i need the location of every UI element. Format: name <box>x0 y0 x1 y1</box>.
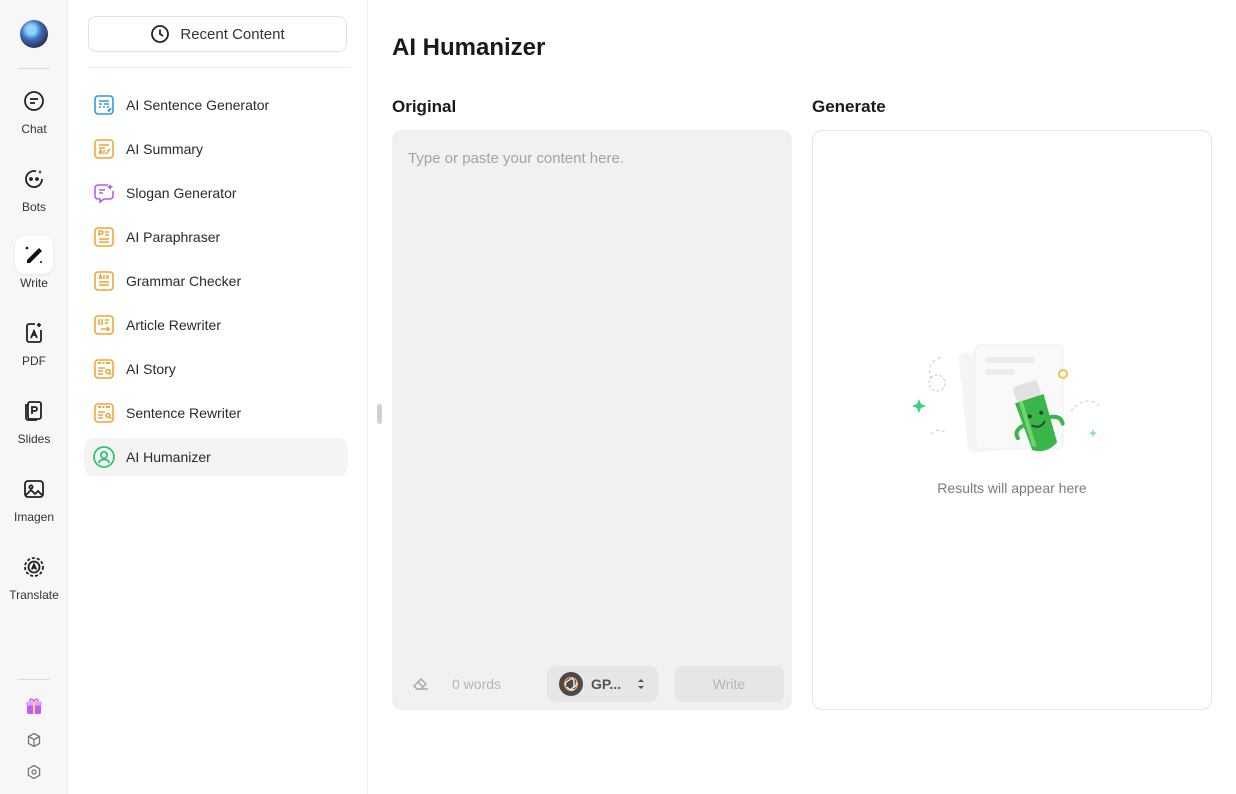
pdf-icon <box>15 314 53 352</box>
translate-icon <box>15 548 53 586</box>
rail-label: Chat <box>21 122 47 136</box>
model-name: GP... <box>591 676 622 692</box>
word-count: 0 words <box>452 676 502 692</box>
tool-label: AI Humanizer <box>126 449 211 465</box>
original-text-input[interactable] <box>392 130 792 650</box>
tool-label: AI Sentence Generator <box>126 97 270 113</box>
user-avatar[interactable] <box>20 20 48 48</box>
tool-label: Article Rewriter <box>126 317 221 333</box>
rail-item-translate[interactable]: Translate <box>0 548 68 618</box>
pen-icon <box>15 236 53 274</box>
tool-label: Sentence Rewriter <box>126 405 242 421</box>
rail-label: Write <box>20 276 48 290</box>
humanizer-icon <box>92 445 116 469</box>
grammar-icon <box>92 269 116 293</box>
tool-item-ai-story[interactable]: AI Story <box>84 350 348 388</box>
tool-item-ai-sentence-generator[interactable]: AI Sentence Generator <box>84 86 348 124</box>
cube-icon[interactable] <box>24 730 44 750</box>
empty-results-text: Results will appear here <box>937 480 1087 496</box>
slides-icon <box>15 392 53 430</box>
story-icon <box>92 357 116 381</box>
slogan-icon <box>92 181 116 205</box>
rail-label: Imagen <box>13 510 55 524</box>
recent-content-label: Recent Content <box>180 25 285 43</box>
sentence-generator-icon <box>92 93 116 117</box>
rail-item-chat[interactable]: Chat <box>0 82 68 152</box>
original-heading: Original <box>392 97 457 116</box>
tool-label: AI Story <box>126 361 176 377</box>
empty-results-illustration <box>912 344 1102 453</box>
bot-icon <box>15 160 53 198</box>
paraphraser-icon <box>92 225 116 249</box>
tool-label: AI Summary <box>126 141 204 157</box>
rail-item-write[interactable]: Write <box>0 236 68 306</box>
recent-content-button[interactable]: Recent Content <box>88 16 347 52</box>
rail-item-slides[interactable]: Slides <box>0 392 68 462</box>
main-area: AI Humanizer Original Generate 0 words G… <box>368 0 1236 794</box>
tool-item-article-rewriter[interactable]: Article Rewriter <box>84 306 348 344</box>
article-rewriter-icon <box>92 313 116 337</box>
tool-label: Slogan Generator <box>126 185 237 201</box>
tool-item-slogan-generator[interactable]: Slogan Generator <box>84 174 348 212</box>
image-icon <box>15 470 53 508</box>
rail-label: Translate <box>9 588 59 602</box>
tool-label: AI Paraphraser <box>126 229 221 245</box>
rail-divider <box>18 679 50 680</box>
write-button[interactable]: Write <box>674 666 784 702</box>
tool-label: Grammar Checker <box>126 273 242 289</box>
generate-heading: Generate <box>812 97 886 116</box>
rail-label: Slides <box>17 432 51 446</box>
generate-panel: Results will appear here <box>812 130 1212 710</box>
clock-icon <box>151 25 170 43</box>
app-rail: Chat Bots Write PDF Slides Imagen Transl… <box>0 0 68 794</box>
chat-icon <box>15 82 53 120</box>
model-select[interactable]: GP... <box>547 666 658 702</box>
summary-icon <box>92 137 116 161</box>
gpt-logo-icon <box>559 672 583 696</box>
rail-divider <box>18 68 50 69</box>
gift-icon[interactable] <box>24 696 44 716</box>
tool-item-ai-summary[interactable]: AI Summary <box>84 130 348 168</box>
panel-divider <box>88 67 350 68</box>
eraser-icon[interactable] <box>410 672 432 694</box>
settings-icon[interactable] <box>24 762 44 782</box>
rail-label: PDF <box>22 354 46 368</box>
tool-item-grammar-checker[interactable]: Grammar Checker <box>84 262 348 300</box>
rail-item-bots[interactable]: Bots <box>0 160 68 230</box>
rail-label: Bots <box>21 200 46 214</box>
page-title: AI Humanizer <box>392 34 546 61</box>
rail-item-imagen[interactable]: Imagen <box>0 470 68 540</box>
tool-item-ai-paraphraser[interactable]: AI Paraphraser <box>84 218 348 256</box>
select-caret-icon <box>638 679 644 689</box>
original-panel: 0 words GP... Write <box>392 130 792 710</box>
rail-item-pdf[interactable]: PDF <box>0 314 68 384</box>
tool-item-ai-humanizer[interactable]: AI Humanizer <box>84 438 348 476</box>
sentence-rewriter-icon <box>92 401 116 425</box>
tool-list: AI Sentence Generator AI Summary Slogan … <box>84 86 348 482</box>
tools-panel: Recent Content AI Sentence Generator AI … <box>68 0 368 794</box>
tool-item-sentence-rewriter[interactable]: Sentence Rewriter <box>84 394 348 432</box>
